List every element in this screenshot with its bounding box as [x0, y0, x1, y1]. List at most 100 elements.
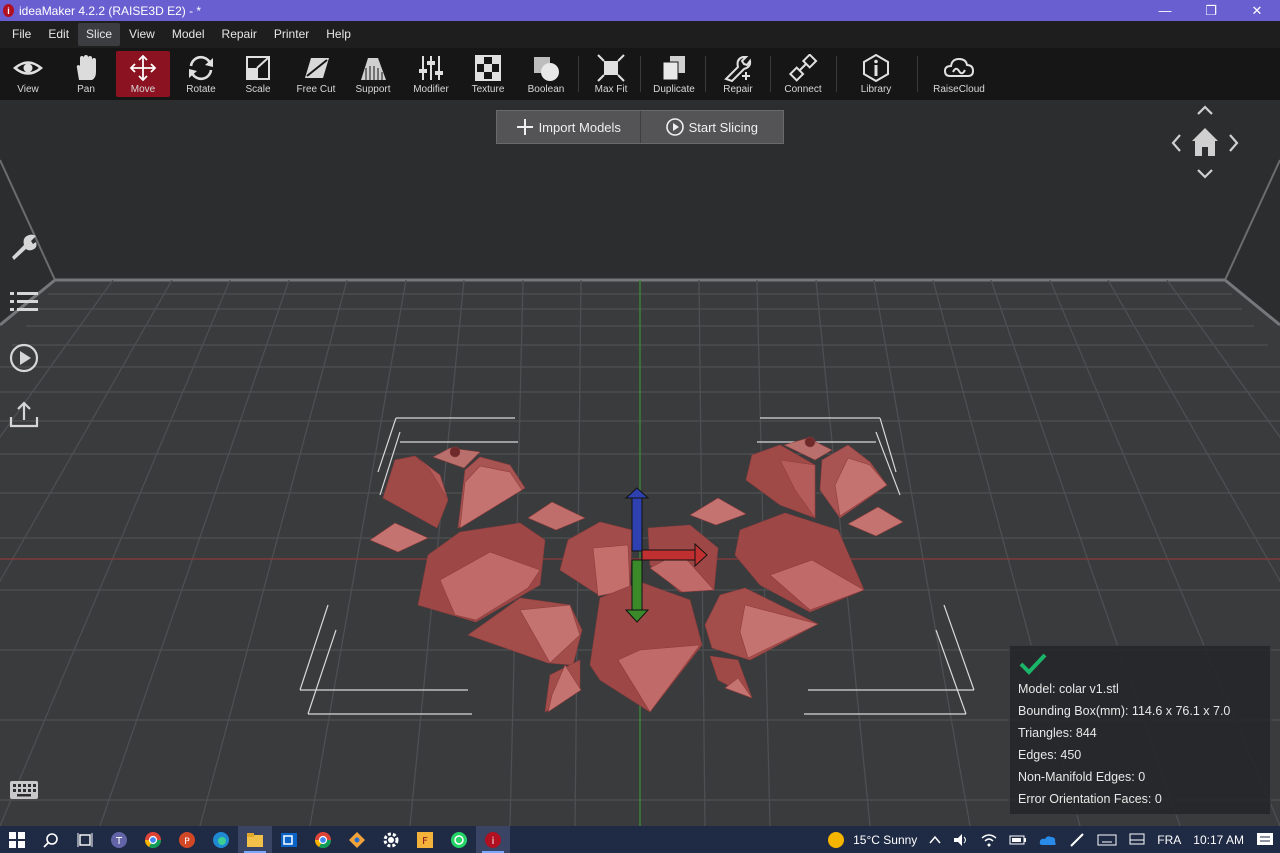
menu-repair[interactable]: Repair	[214, 23, 265, 46]
ideamaker-app[interactable]: i	[476, 826, 510, 853]
start-button[interactable]	[0, 826, 34, 853]
svg-text:i: i	[492, 836, 495, 847]
tool-max-fit-button[interactable]: Max Fit	[584, 51, 638, 97]
list-button[interactable]	[8, 286, 40, 318]
tool-label: RaiseCloud	[933, 84, 985, 95]
show-hidden-icons-button[interactable]	[929, 835, 941, 845]
edge-app[interactable]	[204, 826, 238, 853]
tool-repair-button[interactable]: Repair	[711, 51, 765, 97]
repair-icon	[724, 56, 752, 82]
task-view-button[interactable]	[68, 826, 102, 853]
tool-free-cut-button[interactable]: Free Cut	[289, 51, 343, 97]
nav-left-icon[interactable]	[1171, 134, 1181, 152]
keyboard-shortcuts-button[interactable]	[9, 779, 39, 801]
notes-icon: F	[417, 831, 433, 848]
volume-button[interactable]	[953, 833, 969, 847]
tool-pan-button[interactable]: Pan	[59, 51, 113, 97]
notifications-button[interactable]	[1256, 832, 1274, 848]
display-button[interactable]	[1129, 833, 1145, 847]
library-icon	[863, 54, 889, 82]
tool-label: Modifier	[413, 84, 449, 95]
notes-app[interactable]: F	[408, 826, 442, 853]
chrome-app[interactable]	[136, 826, 170, 853]
pen-button[interactable]	[1069, 832, 1085, 848]
nav-up-icon[interactable]	[1197, 105, 1213, 115]
menu-view[interactable]: View	[121, 23, 163, 46]
import-models-button[interactable]: Import Models	[497, 111, 640, 143]
menu-model[interactable]: Model	[164, 23, 213, 46]
tool-library-button[interactable]: Library	[849, 51, 903, 97]
3d-viewport[interactable]: Import Models Start Slicing Model: colar…	[0, 100, 1280, 826]
menu-edit[interactable]: Edit	[40, 23, 77, 46]
touch-keyboard-button[interactable]	[1097, 834, 1117, 846]
error-orientation-faces: Error Orientation Faces: 0	[1018, 792, 1162, 806]
powerpoint-app[interactable]: P	[170, 826, 204, 853]
rotate-icon	[189, 55, 213, 81]
file-explorer-app[interactable]	[238, 826, 272, 853]
tool-raisecloud-button[interactable]: RaiseCloud	[930, 51, 988, 97]
tool-connect-button[interactable]: Connect	[776, 51, 830, 97]
move-icon	[129, 54, 157, 82]
tool-view-button[interactable]: View	[1, 51, 55, 97]
tool-move-button[interactable]: Move	[116, 51, 170, 97]
window-title: ideaMaker 4.2.2 (RAISE3D E2) - *	[19, 3, 202, 18]
support-icon	[361, 58, 386, 80]
close-button[interactable]: ✕	[1234, 0, 1280, 21]
tool-label: Boolean	[527, 84, 565, 95]
menu-help[interactable]: Help	[318, 23, 359, 46]
toolbar: View Pan Move Rotate Scale Free Cut Supp…	[0, 48, 1280, 100]
tool-duplicate-button[interactable]: Duplicate	[647, 51, 701, 97]
connect-icon	[788, 54, 818, 82]
tool-texture-button[interactable]: Texture	[461, 51, 515, 97]
teams-app[interactable]: T	[102, 826, 136, 853]
git-app[interactable]	[340, 826, 374, 853]
search-button[interactable]	[34, 826, 68, 853]
gear-icon	[383, 832, 399, 847]
clock[interactable]: 10:17 AM	[1193, 833, 1244, 847]
minimize-button[interactable]: —	[1142, 0, 1188, 21]
notification-icon	[1257, 832, 1273, 845]
import-models-label: Import Models	[538, 119, 621, 135]
preview-play-button[interactable]	[8, 342, 40, 374]
toolbar-divider	[917, 56, 918, 92]
settings-wrench-button[interactable]	[8, 230, 40, 262]
upload-icon	[9, 401, 39, 428]
system-tray: 15°C Sunny FRA 10:17 AM	[821, 826, 1280, 853]
tool-modifier-button[interactable]: Modifier	[404, 51, 458, 97]
max-fit-icon	[597, 54, 625, 82]
input-language[interactable]: FRA	[1157, 833, 1181, 847]
chrome-app-2[interactable]	[306, 826, 340, 853]
nav-down-icon[interactable]	[1197, 169, 1213, 179]
settings-app[interactable]	[374, 826, 408, 853]
tool-label: Connect	[784, 84, 822, 95]
start-slicing-button[interactable]: Start Slicing	[639, 111, 784, 143]
wrench-icon	[12, 234, 37, 260]
menu-slice[interactable]: Slice	[78, 23, 121, 46]
tool-scale-button[interactable]: Scale	[231, 51, 285, 97]
tool-rotate-button[interactable]: Rotate	[174, 51, 228, 97]
menu-file[interactable]: File	[4, 23, 39, 46]
ideamaker-logo-icon: i	[3, 4, 14, 17]
battery-indicator[interactable]	[1009, 834, 1027, 846]
play-circle-icon	[665, 118, 684, 136]
nav-right-icon[interactable]	[1229, 134, 1239, 152]
export-upload-button[interactable]	[8, 398, 40, 430]
free-cut-icon	[305, 58, 329, 78]
whatsapp-app[interactable]	[442, 826, 476, 853]
home-view-icon[interactable]	[1192, 128, 1218, 156]
toolbar-divider	[705, 56, 706, 92]
powerpoint-icon: P	[179, 831, 195, 848]
hand-icon	[76, 55, 96, 80]
menu-printer[interactable]: Printer	[266, 23, 317, 46]
svg-text:F: F	[422, 836, 428, 847]
wifi-button[interactable]	[981, 833, 997, 847]
wifi-icon	[981, 833, 997, 846]
tool-boolean-button[interactable]: Boolean	[519, 51, 573, 97]
outlook-app[interactable]	[272, 826, 306, 853]
toolbar-divider	[836, 56, 837, 92]
tool-support-button[interactable]: Support	[346, 51, 400, 97]
weather-widget[interactable]: 15°C Sunny	[827, 831, 917, 849]
restore-button[interactable]: ❐	[1188, 0, 1234, 21]
tool-label: Texture	[471, 84, 505, 95]
onedrive-button[interactable]	[1039, 834, 1057, 846]
